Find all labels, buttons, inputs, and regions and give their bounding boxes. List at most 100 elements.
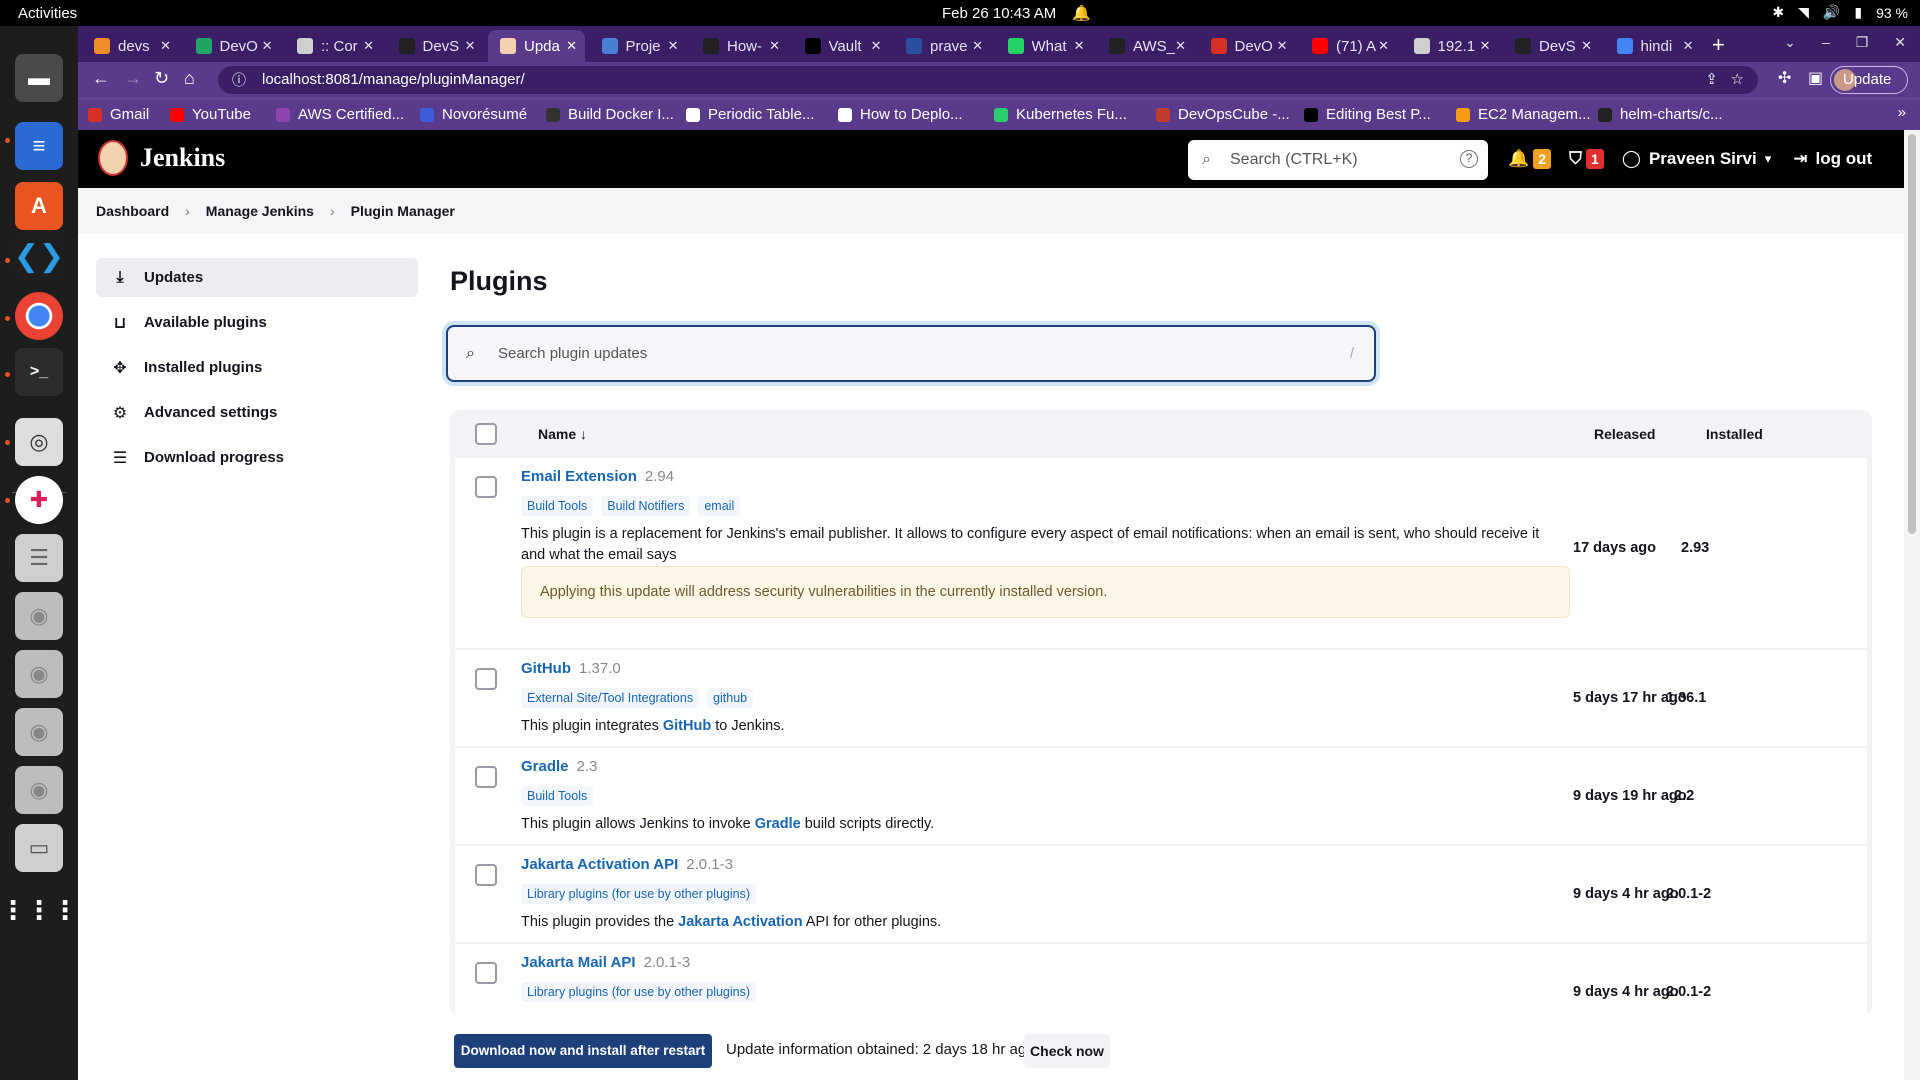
row-checkbox[interactable] [475,476,497,498]
browser-tab[interactable]: DevO ✕ [184,30,281,62]
column-released[interactable]: Released [1594,426,1655,442]
document-app-icon[interactable]: ☰ [15,534,63,582]
plugin-label[interactable]: Build Notifiers [601,496,691,516]
tab-close-icon[interactable]: ✕ [972,38,983,54]
system-clock[interactable]: Feb 26 10:43 AM [942,5,1056,22]
chrome-app-icon[interactable] [15,292,63,340]
screenshot-app-icon[interactable]: ◎ [15,418,63,466]
tab-close-icon[interactable]: ✕ [566,38,577,54]
breadcrumb-plugin-manager[interactable]: Plugin Manager [351,203,455,219]
tab-close-icon[interactable]: ✕ [465,38,476,54]
terminal-app-icon[interactable]: >_ [15,348,63,396]
row-checkbox[interactable] [475,962,497,984]
browser-update-button[interactable]: Update ⋮ [1830,66,1908,114]
browser-tab[interactable]: How- ✕ [691,30,788,62]
plugin-name-link[interactable]: Jakarta Activation API 2.0.1-3 [521,856,733,873]
column-installed[interactable]: Installed [1706,426,1763,442]
show-apps-grid-icon[interactable]: ⋮⋮⋮ [0,886,78,934]
logout-link[interactable]: log out [1815,149,1872,169]
row-checkbox[interactable] [475,864,497,886]
plugin-name-link[interactable]: Email Extension 2.94 [521,468,674,485]
select-all-checkbox[interactable] [475,423,497,445]
bookmark-item[interactable]: helm-charts/c... [1598,106,1723,123]
address-bar[interactable]: ⓘ localhost:8081/manage/pluginManager/ ⇪… [218,66,1758,94]
sidebar-item-available-plugins[interactable]: ⊔ Available plugins [96,303,418,342]
notification-bell-icon[interactable]: 🔔 [1072,4,1091,22]
tab-close-icon[interactable]: ✕ [1378,38,1389,54]
system-tray[interactable]: ✱ ◥ 🔊 ▮ 93 % [1772,4,1908,21]
notifications-bell-icon[interactable]: 🔔 [1508,149,1529,169]
bookmark-item[interactable]: Build Docker I... [546,106,674,123]
close-window-icon[interactable]: ✕ [1894,34,1906,51]
bookmark-item[interactable]: AWS Certified... [276,106,404,123]
download-install-button[interactable]: Download now and install after restart [454,1034,712,1068]
bookmark-item[interactable]: Novorésumé [420,106,527,123]
bookmark-item[interactable]: Editing Best P... [1304,106,1431,123]
security-shield-icon[interactable]: ⛉ [1569,149,1582,169]
browser-tab[interactable]: Upda ✕ [488,30,585,62]
tab-close-icon[interactable]: ✕ [668,38,679,54]
reload-icon[interactable]: ↻ [154,68,169,89]
global-search-input[interactable]: ⌕ Search (CTRL+K) ? [1188,140,1488,180]
sidebar-item-installed-plugins[interactable]: ✥ Installed plugins [96,348,418,387]
sidebar-item-advanced-settings[interactable]: ⚙ Advanced settings [96,393,418,432]
tab-close-icon[interactable]: ✕ [1175,38,1186,54]
bookmark-item[interactable]: How to Deplo... [838,106,963,123]
browser-tab[interactable]: hindi ✕ [1605,30,1702,62]
home-icon[interactable]: ⌂ [184,68,195,89]
tab-close-icon[interactable]: ✕ [769,38,780,54]
tab-close-icon[interactable]: ✕ [262,38,273,54]
plugin-search-input[interactable]: ⌕ Search plugin updates / [446,325,1376,382]
share-icon[interactable]: ⇪ [1705,66,1718,94]
browser-tab[interactable]: Proje ✕ [590,30,687,62]
user-icon[interactable]: ◯ [1622,149,1641,169]
browser-tab[interactable]: devs ✕ [82,30,179,62]
browser-tab[interactable]: Vault ✕ [793,30,890,62]
breadcrumb-dashboard[interactable]: Dashboard [96,203,169,219]
software-center-icon[interactable]: A [15,182,63,230]
new-tab-button[interactable]: + [1712,32,1725,58]
plugin-label[interactable]: Library plugins (for use by other plugin… [521,884,757,904]
row-checkbox[interactable] [475,668,497,690]
tab-close-icon[interactable]: ✕ [160,38,171,54]
side-panel-icon[interactable]: ▣ [1808,68,1823,88]
plugin-name-link[interactable]: GitHub 1.37.0 [521,660,621,677]
vscode-app-icon[interactable]: ❮❯ [14,232,64,280]
browser-tab[interactable]: DevO ✕ [1199,30,1296,62]
files-app-icon[interactable]: ▬ [15,54,63,102]
browser-tab[interactable]: 192.1 ✕ [1402,30,1499,62]
minimize-icon[interactable]: – [1822,34,1830,51]
notifications-badge[interactable]: 2 [1533,149,1552,169]
browser-tab[interactable]: What ✕ [996,30,1093,62]
tab-search-icon[interactable]: ⌄ [1784,34,1796,51]
disk-app-icon[interactable]: ◉ [15,766,63,814]
maximize-icon[interactable]: ❐ [1856,34,1869,51]
chevron-down-icon[interactable]: ▾ [1765,151,1772,167]
browser-tab[interactable]: DevS ✕ [1503,30,1600,62]
tab-close-icon[interactable]: ✕ [871,38,882,54]
plugin-label[interactable]: Library plugins (for use by other plugin… [521,982,757,1002]
plugin-label[interactable]: email [698,496,741,516]
drive-app-icon[interactable]: ▭ [15,824,63,872]
plugin-name-link[interactable]: Jakarta Mail API 2.0.1-3 [521,954,690,971]
forward-icon[interactable]: → [124,68,142,89]
sidebar-item-download-progress[interactable]: ☰ Download progress [96,438,418,477]
browser-tab[interactable]: DevS ✕ [387,30,484,62]
bookmark-item[interactable]: DevOpsCube -... [1156,106,1290,123]
check-now-button[interactable]: Check now [1024,1034,1110,1068]
disk-app-icon[interactable]: ◉ [15,708,63,756]
battery-icon[interactable]: ▮ [1854,4,1862,21]
tab-close-icon[interactable]: ✕ [1581,38,1592,54]
plugin-label[interactable]: github [707,688,754,708]
description-link[interactable]: Jakarta Activation [678,914,802,930]
bookmark-item[interactable]: Periodic Table... [686,106,814,123]
sidebar-item-updates[interactable]: ⤓ Updates [96,258,418,297]
plugin-name-link[interactable]: Gradle 2.3 [521,758,597,775]
browser-tab[interactable]: AWS_ ✕ [1097,30,1194,62]
bookmark-star-icon[interactable]: ☆ [1731,66,1744,94]
plugin-label[interactable]: Build Tools [521,496,594,516]
row-checkbox[interactable] [475,766,497,788]
extensions-icon[interactable]: ✣ [1778,68,1791,88]
volume-icon[interactable]: 🔊 [1823,4,1840,21]
tab-close-icon[interactable]: ✕ [363,38,374,54]
